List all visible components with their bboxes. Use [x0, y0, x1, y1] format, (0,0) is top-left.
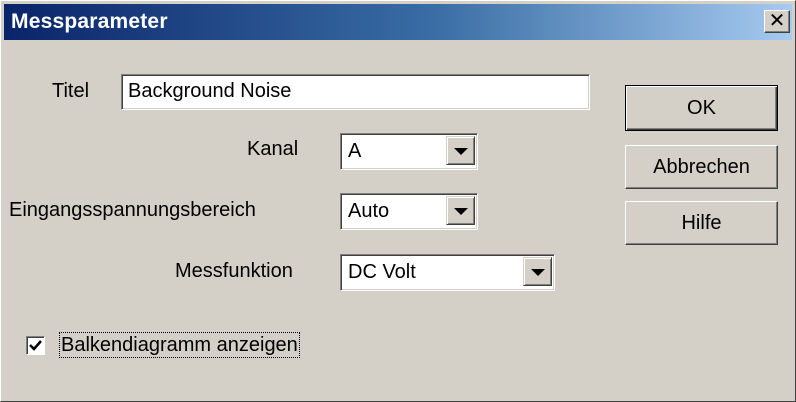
help-button[interactable]: Hilfe	[625, 201, 778, 245]
cancel-button[interactable]: Abbrechen	[625, 145, 778, 189]
chevron-down-icon[interactable]	[446, 196, 475, 225]
channel-label: Kanal	[247, 138, 299, 160]
range-label: Eingangsspannungsbereich	[9, 199, 256, 221]
chevron-down-icon[interactable]	[446, 136, 475, 165]
cancel-button-label: Abbrechen	[653, 156, 750, 178]
ok-button[interactable]: OK	[625, 85, 778, 131]
chevron-down-icon[interactable]	[523, 257, 552, 286]
channel-select[interactable]: A	[340, 133, 478, 170]
function-label: Messfunktion	[175, 260, 293, 282]
window-title: Messparameter	[11, 10, 168, 33]
ok-button-label: OK	[687, 97, 716, 119]
title-input[interactable]: Background Noise	[121, 74, 590, 110]
checkmark-icon	[29, 340, 42, 351]
title-label: Titel	[52, 80, 90, 102]
close-button[interactable]: ✕	[764, 10, 790, 33]
function-select-value: DC Volt	[348, 261, 416, 283]
checkbox-label[interactable]: Balkendiagramm anzeigen	[59, 332, 300, 358]
function-select[interactable]: DC Volt	[340, 254, 555, 291]
close-icon: ✕	[768, 10, 786, 32]
range-select[interactable]: Auto	[340, 193, 478, 230]
bar-chart-checkbox[interactable]	[26, 336, 45, 355]
title-bar[interactable]: Messparameter ✕	[4, 4, 792, 40]
channel-select-value: A	[348, 140, 362, 162]
help-button-label: Hilfe	[681, 212, 722, 234]
dialog-window: Messparameter ✕ Titel Background Noise K…	[0, 0, 796, 402]
title-input-value: Background Noise	[128, 80, 292, 102]
range-select-value: Auto	[348, 200, 390, 222]
